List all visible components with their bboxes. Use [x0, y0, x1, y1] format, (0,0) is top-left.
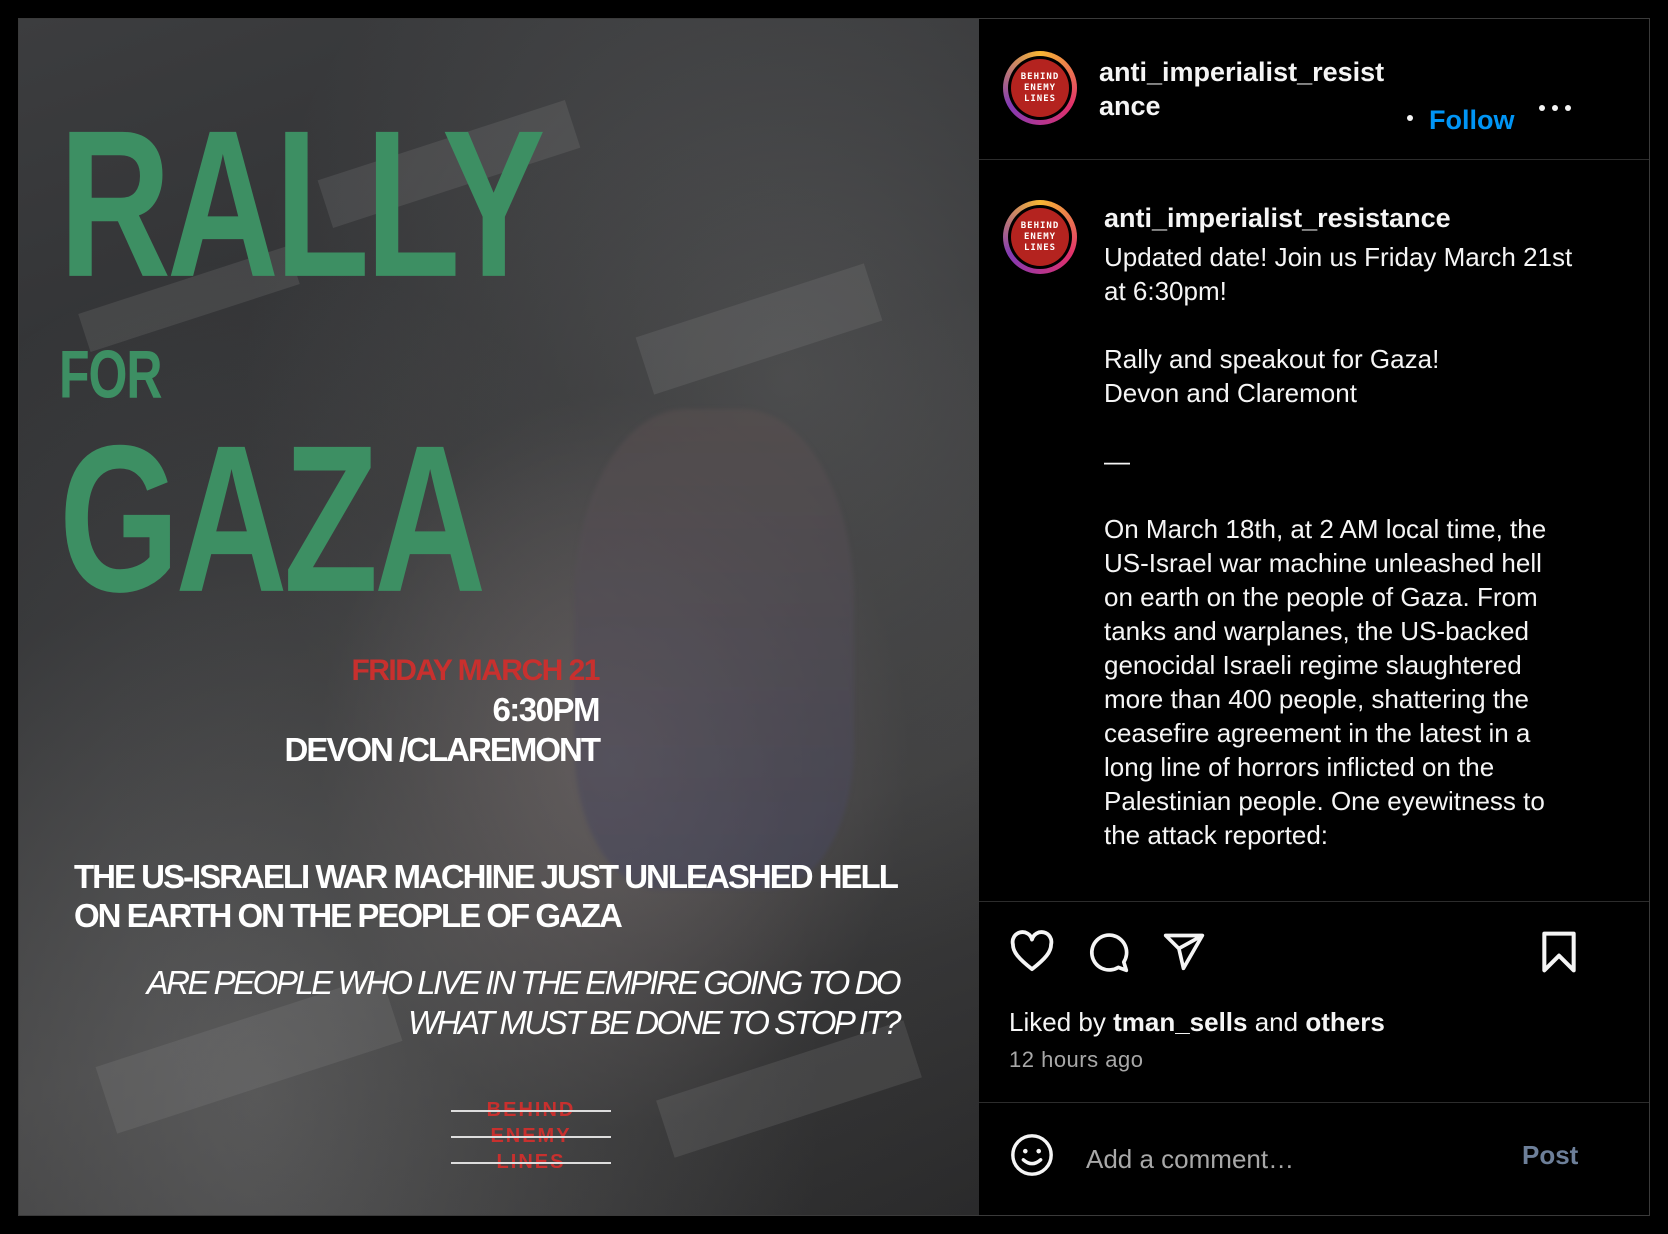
post-modal: RALLY FOR GAZA FRIDAY MARCH 21 6:30PM DE…	[18, 18, 1650, 1216]
share-icon[interactable]	[1161, 930, 1207, 979]
liked-by-prefix: Liked by	[1009, 1007, 1106, 1037]
poster-question: ARE PEOPLE WHO LIVE IN THE EMPIRE GOING …	[146, 964, 902, 1041]
bookmark-icon[interactable]	[1539, 930, 1579, 979]
post-timestamp[interactable]: 12 hours ago	[1009, 1047, 1143, 1073]
caption-area[interactable]: BEHIND ENEMY LINES anti_imperialist_resi…	[979, 160, 1649, 900]
liked-by-others[interactable]: others	[1305, 1007, 1384, 1037]
comment-bar: Post	[979, 1102, 1649, 1215]
avatar[interactable]: BEHIND ENEMY LINES	[1003, 51, 1077, 125]
post-button[interactable]: Post	[1522, 1140, 1578, 1171]
post-sidebar: BEHIND ENEMY LINES anti_imperialist_resi…	[979, 19, 1649, 1215]
more-icon[interactable]	[1537, 101, 1577, 115]
photo-figure	[574, 409, 854, 889]
separator-dot	[1407, 115, 1413, 121]
caption-text: Updated date! Join us Friday March 21st …	[1104, 242, 1573, 850]
liked-by-user[interactable]: tman_sells	[1113, 1007, 1247, 1037]
caption-username[interactable]: anti_imperialist_resistance	[1104, 203, 1451, 234]
poster-time: 6:30PM	[492, 691, 600, 728]
follow-button[interactable]: Follow	[1429, 105, 1514, 136]
barbed-wire	[451, 1110, 611, 1112]
rubble-texture	[635, 263, 883, 395]
comment-icon[interactable]	[1085, 930, 1131, 979]
emoji-icon[interactable]	[1009, 1132, 1055, 1183]
poster-title-gaza: GAZA	[59, 401, 486, 636]
poster-date: FRIDAY MARCH 21	[351, 654, 600, 687]
avatar-logo: BEHIND ENEMY LINES	[1011, 59, 1069, 117]
poster-title-rally: RALLY	[59, 86, 545, 321]
heart-icon[interactable]	[1009, 930, 1055, 977]
barbed-wire	[451, 1136, 611, 1138]
post-header: BEHIND ENEMY LINES anti_imperialist_resi…	[979, 19, 1649, 160]
comment-input[interactable]	[1084, 1138, 1508, 1180]
header-username[interactable]: anti_imperialist_resistance	[1099, 55, 1399, 123]
avatar[interactable]: BEHIND ENEMY LINES	[1003, 200, 1077, 274]
post-image: RALLY FOR GAZA FRIDAY MARCH 21 6:30PM DE…	[19, 19, 979, 1215]
poster-location: DEVON /CLAREMONT	[284, 731, 601, 768]
poster-headline: THE US-ISRAELI WAR MACHINE JUST UNLEASHE…	[74, 858, 898, 934]
barbed-wire	[451, 1162, 611, 1164]
likes-summary[interactable]: Liked by tman_sells and others	[1009, 1007, 1385, 1038]
action-bar: Liked by tman_sells and others 12 hours …	[979, 901, 1649, 1103]
poster-title-for: FOR	[59, 336, 163, 413]
avatar-logo: BEHIND ENEMY LINES	[1011, 208, 1069, 266]
poster-logo: BEHIND ENEMY LINES	[451, 1097, 611, 1197]
liked-by-and: and	[1254, 1007, 1299, 1037]
